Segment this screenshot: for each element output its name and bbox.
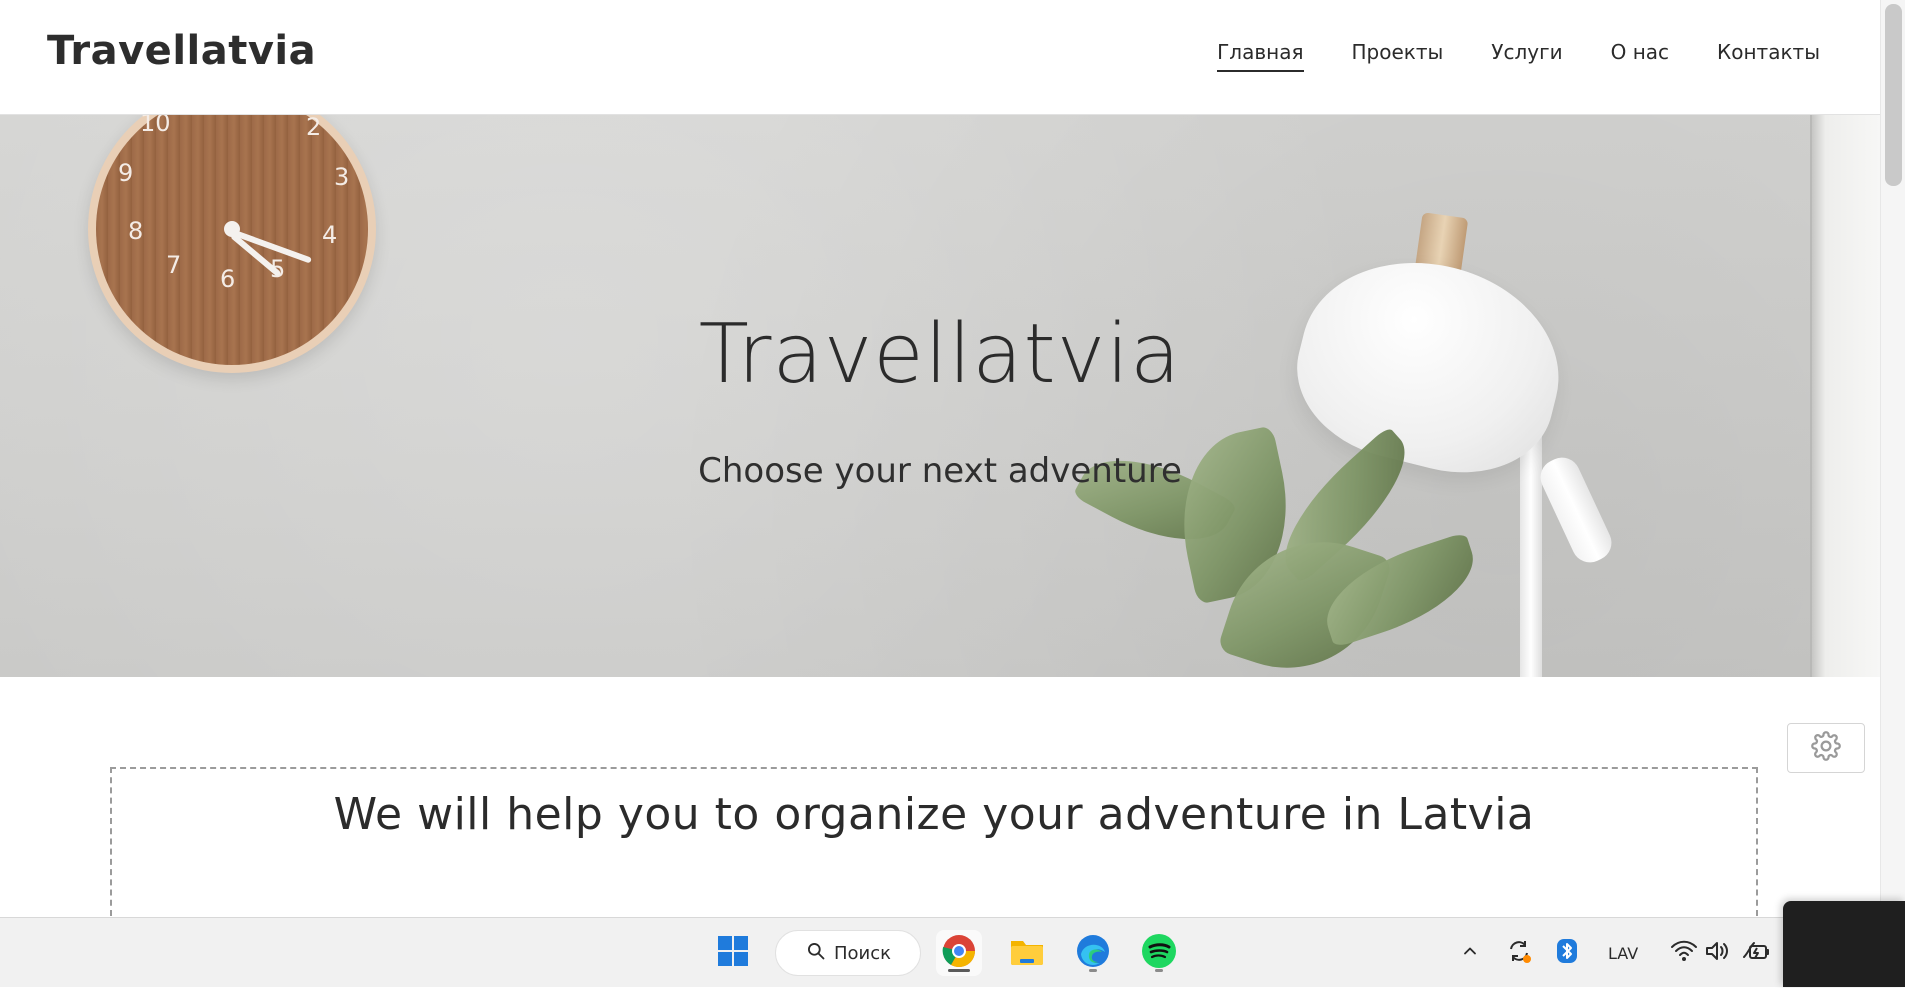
- nav-projects[interactable]: Проекты: [1352, 40, 1444, 72]
- site-logo[interactable]: Travellatvia: [47, 28, 316, 74]
- settings-button[interactable]: [1787, 723, 1865, 773]
- windows-start-icon: [716, 934, 750, 973]
- spotify-app-button[interactable]: [1136, 930, 1182, 976]
- nav-contacts[interactable]: Контакты: [1717, 40, 1820, 72]
- sync-icon: [1505, 937, 1533, 970]
- windows-taskbar: Поиск LAV: [0, 917, 1905, 987]
- search-label: Поиск: [834, 942, 892, 964]
- active-app-indicator: [948, 969, 970, 972]
- chevron-up-icon: [1460, 941, 1480, 966]
- sync-status-button[interactable]: [1505, 918, 1533, 988]
- bluetooth-button[interactable]: [1556, 918, 1578, 988]
- clock-number: 9: [118, 159, 134, 187]
- hero-title: Travellatvia: [698, 307, 1182, 402]
- clock-number: 7: [166, 251, 182, 279]
- wifi-icon: [1670, 940, 1698, 967]
- nav-services[interactable]: Услуги: [1491, 40, 1562, 72]
- scrollbar-thumb[interactable]: [1885, 4, 1902, 186]
- battery-button[interactable]: [1740, 918, 1770, 988]
- browser-viewport: Travellatvia Главная Проекты Услуги О на…: [0, 0, 1880, 917]
- clock-number: 8: [128, 217, 144, 245]
- clock-number: 2: [306, 115, 322, 141]
- show-hidden-icons-button[interactable]: [1460, 918, 1480, 988]
- chrome-icon: [941, 933, 977, 974]
- chrome-app-button[interactable]: [936, 930, 982, 976]
- clock-number: 6: [220, 265, 236, 293]
- gear-icon: [1811, 730, 1841, 766]
- page-scrollbar[interactable]: [1880, 0, 1905, 917]
- edge-app-button[interactable]: [1070, 930, 1116, 976]
- search-icon: [806, 941, 826, 966]
- clock-center: [224, 221, 240, 237]
- section-heading: We will help you to organize your advent…: [333, 789, 1535, 840]
- bluetooth-icon: [1556, 937, 1578, 970]
- content-section: We will help you to organize your advent…: [0, 677, 1880, 917]
- speaker-icon: [1704, 939, 1730, 968]
- running-app-indicator: [1089, 969, 1097, 972]
- file-explorer-icon: [1008, 934, 1046, 973]
- taskbar-search[interactable]: Поиск: [775, 930, 921, 976]
- nav-about[interactable]: О нас: [1611, 40, 1669, 72]
- editable-text-block[interactable]: We will help you to organize your advent…: [110, 767, 1758, 917]
- running-app-indicator: [1155, 969, 1163, 972]
- notification-flyout[interactable]: [1783, 901, 1905, 987]
- main-navigation: Главная Проекты Услуги О нас Контакты: [1169, 40, 1820, 72]
- clock-number: 4: [322, 221, 338, 249]
- nav-home[interactable]: Главная: [1217, 40, 1304, 72]
- hero-banner: 10 2 9 3 8 4 7 6 5 Travellatvia Choose y: [0, 115, 1880, 677]
- input-language-button[interactable]: LAV: [1608, 918, 1638, 988]
- site-header: Travellatvia Главная Проекты Услуги О на…: [0, 0, 1880, 115]
- hero-subtitle: Choose your next adventure: [698, 451, 1182, 491]
- clock-number: 3: [334, 163, 350, 191]
- battery-charging-icon: [1740, 939, 1770, 968]
- clock-number: 10: [140, 115, 171, 137]
- volume-button[interactable]: [1704, 918, 1730, 988]
- file-explorer-app-button[interactable]: [1004, 930, 1050, 976]
- network-button[interactable]: [1670, 918, 1698, 988]
- start-button[interactable]: [710, 930, 756, 976]
